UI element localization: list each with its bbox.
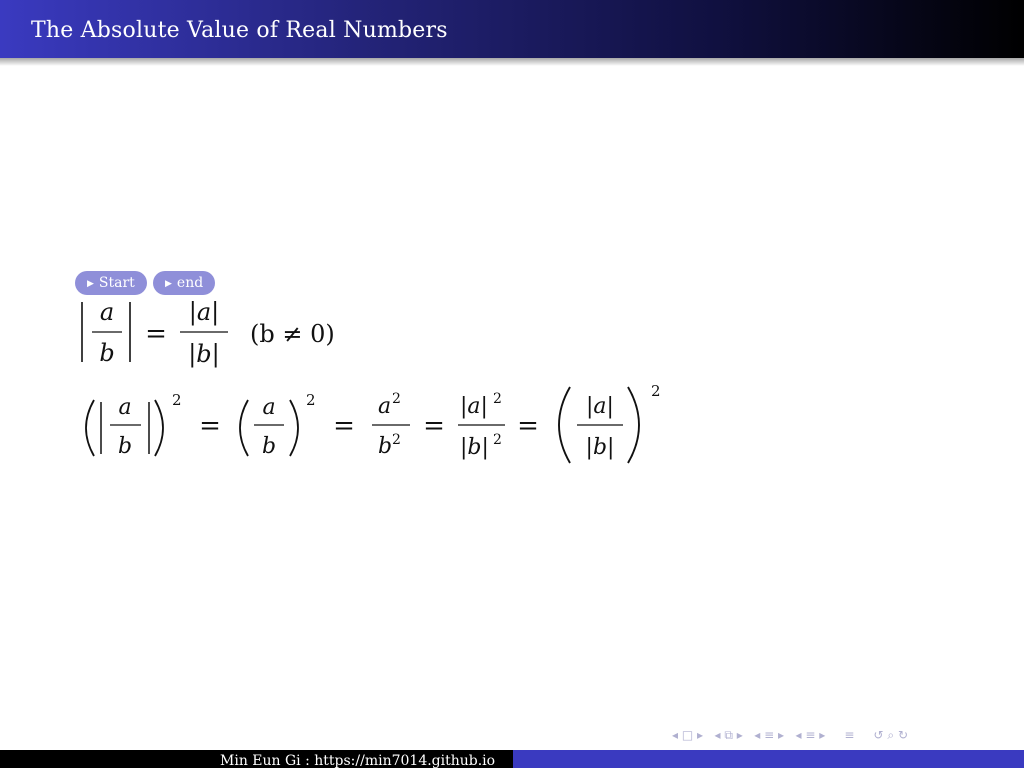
- fraction-numerator: a: [118, 395, 131, 420]
- footer-right-band: [513, 750, 1024, 768]
- exponent: 2: [493, 391, 502, 407]
- part-icon[interactable]: ≡: [805, 727, 815, 743]
- next-part-icon[interactable]: ▸: [819, 727, 825, 743]
- slide-footer: Min Eun Gi : https://min7014.github.io: [0, 750, 1024, 769]
- fraction-numerator: a: [262, 395, 275, 420]
- fraction-denominator: b: [262, 434, 276, 459]
- back-icon[interactable]: ↺: [874, 727, 884, 743]
- exponent: 2: [392, 432, 401, 448]
- section-icon[interactable]: ≡: [764, 727, 774, 743]
- next-section-icon[interactable]: ▸: [778, 727, 784, 743]
- forward-icon[interactable]: ↻: [898, 727, 908, 743]
- footer-author: Min Eun Gi : https://min7014.github.io: [220, 753, 496, 769]
- paren-left: [239, 399, 249, 457]
- fraction-numerator: |a|: [460, 394, 488, 419]
- fraction-numerator: |a|: [189, 298, 219, 327]
- beamer-nav: ◂ □ ▸ ◂ ⧉ ▸ ◂ ≡ ▸ ◂ ≡ ▸ ≡ ↺ ⌕ ↻: [672, 727, 908, 743]
- equals-sign: =: [145, 319, 167, 349]
- fraction-denominator: b: [378, 434, 392, 459]
- fraction-denominator: |b|: [188, 340, 220, 369]
- condition-text: (b ≠ 0): [250, 320, 335, 348]
- equation-1: a b = |a| |b| (b ≠ 0): [81, 298, 335, 369]
- prev-frame-icon[interactable]: ◂: [672, 727, 678, 743]
- fraction-denominator: b: [99, 339, 114, 367]
- fraction-numerator: |a|: [586, 394, 614, 419]
- paren-right: [154, 399, 164, 457]
- equals-sign: =: [333, 411, 355, 441]
- prev-part-icon[interactable]: ◂: [796, 727, 802, 743]
- fraction-denominator: b: [118, 434, 132, 459]
- next-frame-icon[interactable]: ▸: [697, 727, 703, 743]
- exponent: 2: [392, 391, 401, 407]
- exponent: 2: [172, 391, 182, 409]
- prev-section-icon[interactable]: ◂: [754, 727, 760, 743]
- frame-icon[interactable]: □: [682, 727, 693, 743]
- exponent: 2: [493, 432, 502, 448]
- paren-left: [558, 386, 571, 464]
- equals-sign: =: [423, 411, 445, 441]
- paren-right: [627, 386, 640, 464]
- next-subsection-icon[interactable]: ▸: [737, 727, 743, 743]
- exponent: 2: [306, 391, 316, 409]
- search-icon[interactable]: ⌕: [887, 727, 894, 743]
- fraction-denominator: |b|: [586, 435, 615, 460]
- equation-2: a b 2 = a b 2 = a 2 b 2 = |a| 2 |b| 2 = …: [85, 382, 661, 464]
- equals-sign: =: [199, 411, 221, 441]
- fraction-numerator: a: [100, 298, 114, 326]
- fraction-numerator: a: [378, 394, 391, 419]
- prev-subsection-icon[interactable]: ◂: [715, 727, 721, 743]
- document-icon[interactable]: ≡: [844, 727, 854, 743]
- exponent: 2: [651, 382, 661, 400]
- math-content: a b = |a| |b| (b ≠ 0) a b 2 = a b 2 = a …: [81, 298, 661, 464]
- fraction-denominator: |b|: [460, 435, 489, 460]
- paren-left: [85, 399, 95, 457]
- paren-right: [289, 399, 299, 457]
- subsection-icon[interactable]: ⧉: [724, 727, 733, 743]
- equals-sign: =: [517, 411, 539, 441]
